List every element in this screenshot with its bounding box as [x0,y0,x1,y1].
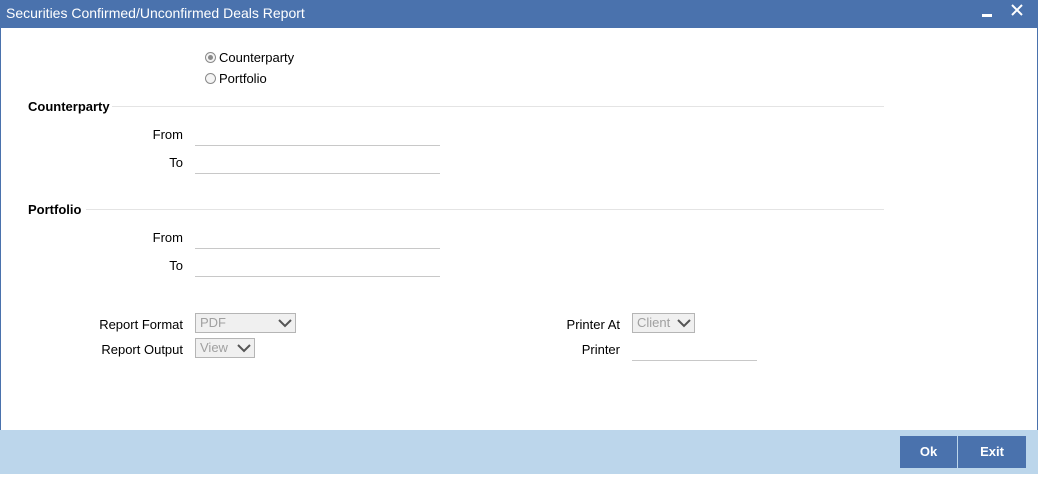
ok-button[interactable]: Ok [900,436,957,468]
portfolio-section-title: Portfolio [28,202,82,217]
report-output-value: View [200,340,228,355]
chevron-down-icon [278,319,292,328]
report-format-select[interactable]: PDF [195,313,296,333]
counterparty-from-input[interactable] [195,127,440,146]
counterparty-to-input[interactable] [195,155,440,174]
radio-portfolio[interactable]: Portfolio [205,70,267,86]
radio-label-portfolio: Portfolio [219,70,267,86]
portfolio-section-divider [86,209,884,210]
window-title: Securities Confirmed/Unconfirmed Deals R… [6,5,305,21]
bottom-edge [0,474,1038,483]
portfolio-from-input[interactable] [195,230,440,249]
chevron-down-icon [237,344,251,353]
radio-label-counterparty: Counterparty [219,49,295,65]
counterparty-section-divider [112,106,884,107]
printer-at-label: Printer At [566,317,620,332]
radio-button-portfolio[interactable] [205,72,216,84]
footer-bar: Ok Exit [0,430,1038,474]
counterparty-from-label: From [152,127,183,142]
dialog-body [0,28,1038,430]
minimize-icon[interactable] [976,0,998,28]
close-icon[interactable] [1006,0,1028,28]
title-bar: Securities Confirmed/Unconfirmed Deals R… [0,0,1038,28]
report-format-value: PDF [200,315,226,330]
printer-label: Printer [581,342,620,357]
report-output-select[interactable]: View [195,338,255,358]
radio-counterparty[interactable]: Counterparty [205,49,294,65]
chevron-down-icon [677,319,691,328]
exit-button[interactable]: Exit [958,436,1026,468]
radio-button-counterparty[interactable] [205,51,216,63]
counterparty-to-label: To [169,155,183,170]
report-output-label: Report Output [101,342,183,357]
printer-input[interactable] [632,342,757,361]
printer-at-select[interactable]: Client [632,313,695,333]
portfolio-to-input[interactable] [195,258,440,277]
counterparty-section-title: Counterparty [28,99,110,114]
portfolio-to-label: To [169,258,183,273]
printer-at-value: Client [637,315,671,330]
portfolio-from-label: From [152,230,183,245]
report-format-label: Report Format [99,317,183,332]
